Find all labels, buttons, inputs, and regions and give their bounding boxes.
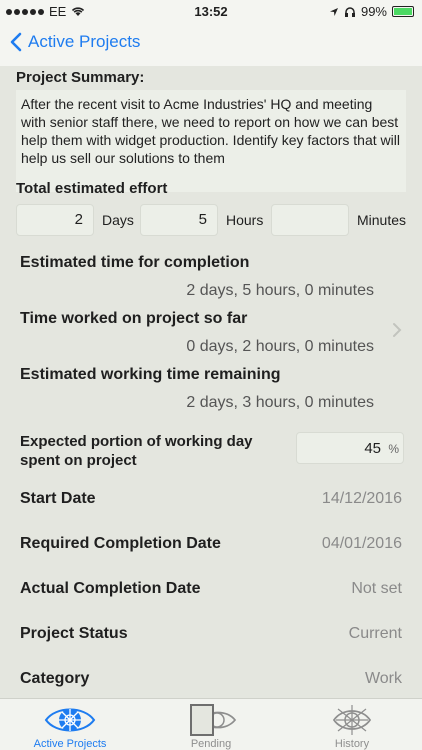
back-button[interactable]: Active Projects	[10, 32, 140, 52]
battery-percent: 99%	[360, 4, 387, 19]
portion-unit: %	[388, 442, 399, 456]
tab-label: Active Projects	[33, 738, 107, 750]
location-icon	[329, 7, 338, 16]
start-date-value[interactable]: 14/12/2016	[322, 490, 402, 508]
tab-label: Pending	[190, 738, 232, 750]
headphones-icon	[344, 7, 355, 17]
hours-label: Hours	[226, 212, 264, 228]
hours-field[interactable]: 5	[140, 204, 218, 236]
required-completion-value[interactable]: 04/01/2016	[322, 535, 402, 553]
required-completion-label: Required Completion Date	[20, 535, 221, 552]
tab-active-projects[interactable]: Active Projects	[0, 699, 140, 750]
eye-icon	[44, 708, 96, 732]
tab-label: History	[334, 738, 370, 750]
project-detail: Project Summary: After the recent visit …	[0, 66, 422, 698]
effort-row: 2 Days 5 Hours Minutes	[16, 204, 408, 236]
minutes-field[interactable]	[271, 204, 349, 236]
minutes-label: Minutes	[357, 212, 407, 228]
tab-bar: Active Projects Pending History	[0, 698, 422, 750]
chevron-right-icon[interactable]	[392, 322, 402, 338]
category-label: Category	[20, 670, 90, 687]
days-label: Days	[102, 212, 134, 228]
tab-pending[interactable]: Pending	[141, 699, 281, 750]
back-label: Active Projects	[28, 32, 141, 51]
completion-label: Estimated time for completion	[20, 254, 250, 271]
project-status-label: Project Status	[20, 625, 128, 642]
battery-icon	[392, 6, 414, 17]
portion-label: Expected portion of working day spent on…	[20, 433, 253, 469]
worked-value[interactable]: 0 days, 2 hours, 0 minutes	[186, 338, 374, 356]
category-value[interactable]: Work	[365, 670, 402, 688]
remaining-value: 2 days, 3 hours, 0 minutes	[186, 394, 374, 411]
actual-completion-label: Actual Completion Date	[20, 580, 201, 597]
completion-value: 2 days, 5 hours, 0 minutes	[186, 282, 374, 299]
actual-completion-value[interactable]: Not set	[351, 580, 402, 598]
summary-title: Project Summary:	[16, 69, 145, 86]
summary-text[interactable]: After the recent visit to Acme Industrie…	[16, 90, 406, 192]
worked-label[interactable]: Time worked on project so far	[20, 310, 247, 328]
nav-bar: Active Projects	[0, 22, 422, 66]
door-eye-icon	[190, 704, 237, 736]
status-right: 99%	[329, 4, 414, 19]
portion-value: 45	[364, 440, 381, 457]
effort-title: Total estimated effort	[16, 180, 168, 197]
remaining-label: Estimated working time remaining	[20, 366, 281, 383]
status-bar: EE 13:52 99%	[0, 0, 422, 22]
project-status-value[interactable]: Current	[349, 625, 402, 643]
days-field[interactable]: 2	[16, 204, 94, 236]
tab-history[interactable]: History	[282, 699, 422, 750]
web-eye-icon	[332, 705, 372, 735]
portion-field[interactable]: 45 %	[296, 432, 404, 464]
start-date-label: Start Date	[20, 490, 96, 507]
chevron-left-icon	[10, 32, 22, 52]
